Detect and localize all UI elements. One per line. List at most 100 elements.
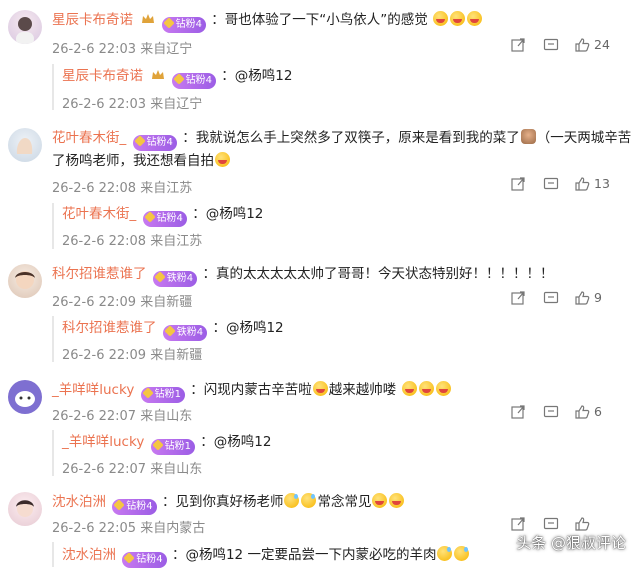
reply-text: ：@杨鸣12 bbox=[200, 434, 272, 450]
sweat-emoji-icon bbox=[301, 493, 317, 508]
fan-badge: 钻粉4 bbox=[112, 499, 157, 515]
laugh-emoji-icon bbox=[467, 11, 483, 26]
comment-meta: 26-2-6 22:09 来自新疆 bbox=[52, 295, 193, 310]
sweat-emoji-icon bbox=[454, 546, 470, 561]
share-icon[interactable] bbox=[510, 516, 526, 532]
comment-5: 沈水泊洲 钻粉4 ：见到你真好杨老师 常念常见 26-2-6 22:05 来自内蒙… bbox=[0, 484, 640, 568]
comment-text-cont: 越来越帅喽 bbox=[328, 382, 397, 398]
reply-divider bbox=[52, 316, 54, 362]
reply-line: 花叶春木街_ 钻粉4 ：@杨鸣12 bbox=[62, 205, 263, 227]
fan-badge: 钻粉4 bbox=[132, 135, 177, 151]
comment-line: _羊咩咩lucky 钻粉1 ：闪现内蒙古辛苦啦 越来越帅喽 bbox=[52, 381, 452, 403]
fan-badge: 铁粉4 bbox=[152, 271, 198, 287]
reply-text: ：@杨鸣12 bbox=[221, 68, 293, 84]
share-icon[interactable] bbox=[510, 176, 526, 192]
like-icon[interactable] bbox=[574, 404, 590, 420]
comment-line: 科尔招谁惹谁了 铁粉4 ：真的太太太太太帅了哥哥！今天状态特别好！！！！！！ bbox=[52, 265, 553, 287]
comment-actions: 24 bbox=[510, 37, 630, 55]
like-count: 13 bbox=[594, 176, 610, 191]
reply-username[interactable]: 科尔招谁惹谁了 bbox=[62, 320, 157, 336]
share-icon[interactable] bbox=[510, 404, 526, 420]
gem-icon bbox=[113, 499, 125, 511]
reply-text: ：@杨鸣12 一定要品尝一下内蒙必吃的羊肉 bbox=[171, 547, 437, 563]
username[interactable]: _羊咩咩lucky bbox=[52, 382, 134, 398]
comment-text-line2: 了杨鸣老师，我还想看自拍 bbox=[52, 153, 214, 169]
reply-text: ：@杨鸣12 bbox=[192, 206, 264, 222]
like-icon[interactable] bbox=[574, 176, 590, 192]
reply-username[interactable]: 花叶春木街_ bbox=[62, 206, 136, 222]
reply-divider bbox=[52, 203, 54, 249]
share-icon[interactable] bbox=[510, 290, 526, 306]
comment-icon[interactable] bbox=[543, 176, 559, 192]
avatar-image bbox=[15, 391, 35, 407]
crown-icon bbox=[142, 14, 155, 23]
reply-line: 星辰卡布奇诺 钻粉4 ：@杨鸣12 bbox=[62, 67, 292, 89]
avatar-image bbox=[16, 138, 33, 154]
like-icon[interactable] bbox=[574, 290, 590, 306]
comment-text-cont: （一天两城辛苦 bbox=[536, 130, 632, 146]
comment-text: ：见到你真好杨老师 bbox=[161, 494, 284, 510]
gem-icon bbox=[123, 552, 135, 564]
reply-username[interactable]: _羊咩咩lucky bbox=[62, 434, 144, 450]
username[interactable]: 花叶春木街_ bbox=[52, 130, 126, 146]
comment-actions: 9 bbox=[510, 290, 630, 308]
avatar-image bbox=[16, 500, 34, 517]
avatar[interactable] bbox=[8, 10, 42, 44]
username[interactable]: 科尔招谁惹谁了 bbox=[52, 266, 147, 282]
reply-line: _羊咩咩lucky 钻粉1 ：@杨鸣12 bbox=[62, 433, 271, 455]
reply-line: 科尔招谁惹谁了 铁粉4 ：@杨鸣12 bbox=[62, 319, 284, 341]
avatar[interactable] bbox=[8, 264, 42, 298]
fan-badge: 钻粉4 bbox=[171, 73, 216, 89]
gem-icon bbox=[164, 325, 176, 337]
like-count: 9 bbox=[594, 290, 602, 305]
like-icon[interactable] bbox=[574, 516, 590, 532]
smile-emoji-icon bbox=[215, 152, 230, 167]
face-emoji-icon bbox=[520, 129, 536, 144]
comment-meta: 26-2-6 22:08 来自江苏 bbox=[52, 181, 193, 196]
avatar[interactable] bbox=[8, 380, 42, 414]
comment-2: 花叶春木街_ 钻粉4 ：我就说怎么手上突然多了双筷子，原来是看到我的菜了 （一天两… bbox=[0, 118, 640, 254]
avatar[interactable] bbox=[8, 492, 42, 526]
avatar-image bbox=[15, 271, 35, 289]
reply-line: 沈水泊洲 钻粉4 ：@杨鸣12 一定要品尝一下内蒙必吃的羊肉 bbox=[62, 546, 470, 568]
reply-divider bbox=[52, 64, 54, 110]
like-count: 24 bbox=[594, 37, 610, 52]
kiss-emoji-icon bbox=[372, 493, 388, 508]
reply-text: ：@杨鸣12 bbox=[212, 320, 284, 336]
avatar[interactable] bbox=[8, 128, 42, 162]
reply-divider bbox=[52, 430, 54, 476]
reply-username[interactable]: 星辰卡布奇诺 bbox=[62, 68, 143, 84]
reply-username[interactable]: 沈水泊洲 bbox=[62, 547, 116, 563]
comment-text: ：真的太太太太太帅了哥哥！今天状态特别好！！！！！！ bbox=[202, 266, 554, 282]
comment-line-2: 了杨鸣老师，我还想看自拍 bbox=[52, 152, 231, 170]
comment-icon[interactable] bbox=[543, 290, 559, 306]
reply-meta: 26-2-6 22:07 来自山东 bbox=[62, 462, 203, 477]
fan-badge: 钻粉4 bbox=[161, 17, 206, 33]
kiss-emoji-icon bbox=[389, 493, 405, 508]
comment-text: ：我就说怎么手上突然多了双筷子，原来是看到我的菜了 bbox=[182, 130, 520, 146]
gem-icon bbox=[143, 211, 156, 223]
comment-meta: 26-2-6 22:05 来自内蒙古 bbox=[52, 521, 206, 536]
fan-badge: 钻粉1 bbox=[150, 439, 195, 455]
laugh-emoji-icon bbox=[433, 11, 449, 26]
username[interactable]: 沈水泊洲 bbox=[52, 494, 106, 510]
gem-icon bbox=[141, 387, 154, 399]
comment-text: ：闪现内蒙古辛苦啦 bbox=[190, 382, 312, 398]
avatar-image bbox=[16, 17, 34, 44]
share-icon[interactable] bbox=[510, 37, 526, 53]
comment-icon[interactable] bbox=[543, 37, 559, 53]
reply-meta: 26-2-6 22:08 来自江苏 bbox=[62, 234, 203, 249]
comment-meta: 26-2-6 22:03 来自辽宁 bbox=[52, 42, 193, 57]
gem-icon bbox=[162, 17, 175, 29]
comment-actions: 6 bbox=[510, 404, 630, 422]
like-icon[interactable] bbox=[574, 37, 590, 53]
comment-actions: 13 bbox=[510, 176, 630, 194]
reply-meta: 26-2-6 22:03 来自辽宁 bbox=[62, 97, 203, 112]
comment-icon[interactable] bbox=[543, 516, 559, 532]
crown-icon bbox=[152, 70, 165, 79]
laugh-emoji-icon bbox=[418, 381, 434, 396]
fan-badge: 铁粉4 bbox=[162, 325, 208, 341]
username[interactable]: 星辰卡布奇诺 bbox=[52, 12, 133, 28]
sweat-emoji-icon bbox=[284, 493, 300, 508]
comment-icon[interactable] bbox=[543, 404, 559, 420]
